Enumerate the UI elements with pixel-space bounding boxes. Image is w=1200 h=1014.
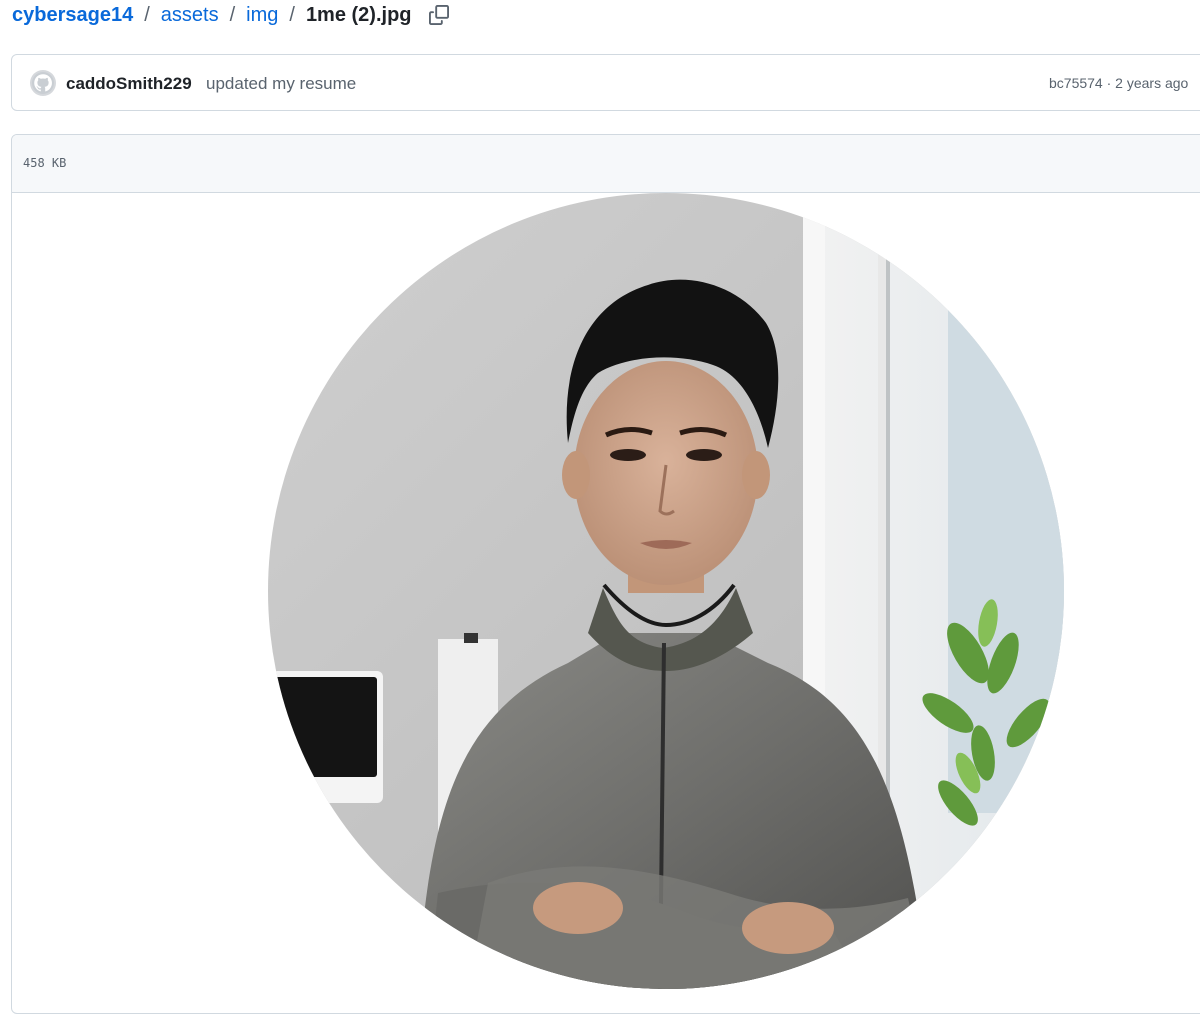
profile-photo	[268, 193, 1064, 989]
copy-path-button[interactable]	[426, 2, 452, 28]
image-preview	[268, 193, 1064, 989]
copy-icon	[428, 5, 449, 25]
breadcrumb-assets-link[interactable]: assets	[161, 4, 219, 27]
breadcrumb: cybersage14 / assets / img / 1me (2).jpg	[12, 0, 452, 30]
breadcrumb-current-file: 1me (2).jpg	[305, 3, 412, 26]
file-viewer: 458 KB	[11, 134, 1200, 1014]
commit-sha-link[interactable]: bc75574	[1049, 75, 1103, 91]
file-size: 458 KB	[23, 156, 67, 170]
avatar[interactable]	[30, 70, 56, 96]
breadcrumb-separator: /	[289, 3, 295, 26]
breadcrumb-separator: /	[229, 3, 236, 26]
commit-meta-separator: ·	[1102, 75, 1116, 91]
file-header: 458 KB	[12, 135, 1200, 193]
github-mark-icon	[32, 72, 54, 94]
commit-author-link[interactable]: caddoSmith229	[66, 74, 192, 94]
commit-message-link[interactable]: updated my resume	[206, 74, 356, 94]
breadcrumb-separator: /	[144, 3, 150, 26]
commit-meta: bc75574 · 2 years ago	[1049, 75, 1188, 91]
breadcrumb-img-link[interactable]: img	[246, 4, 278, 27]
latest-commit-box: caddoSmith229 updated my resume bc75574 …	[11, 54, 1200, 111]
commit-age: 2 years ago	[1115, 75, 1189, 91]
breadcrumb-repo-link[interactable]: cybersage14	[12, 4, 133, 27]
